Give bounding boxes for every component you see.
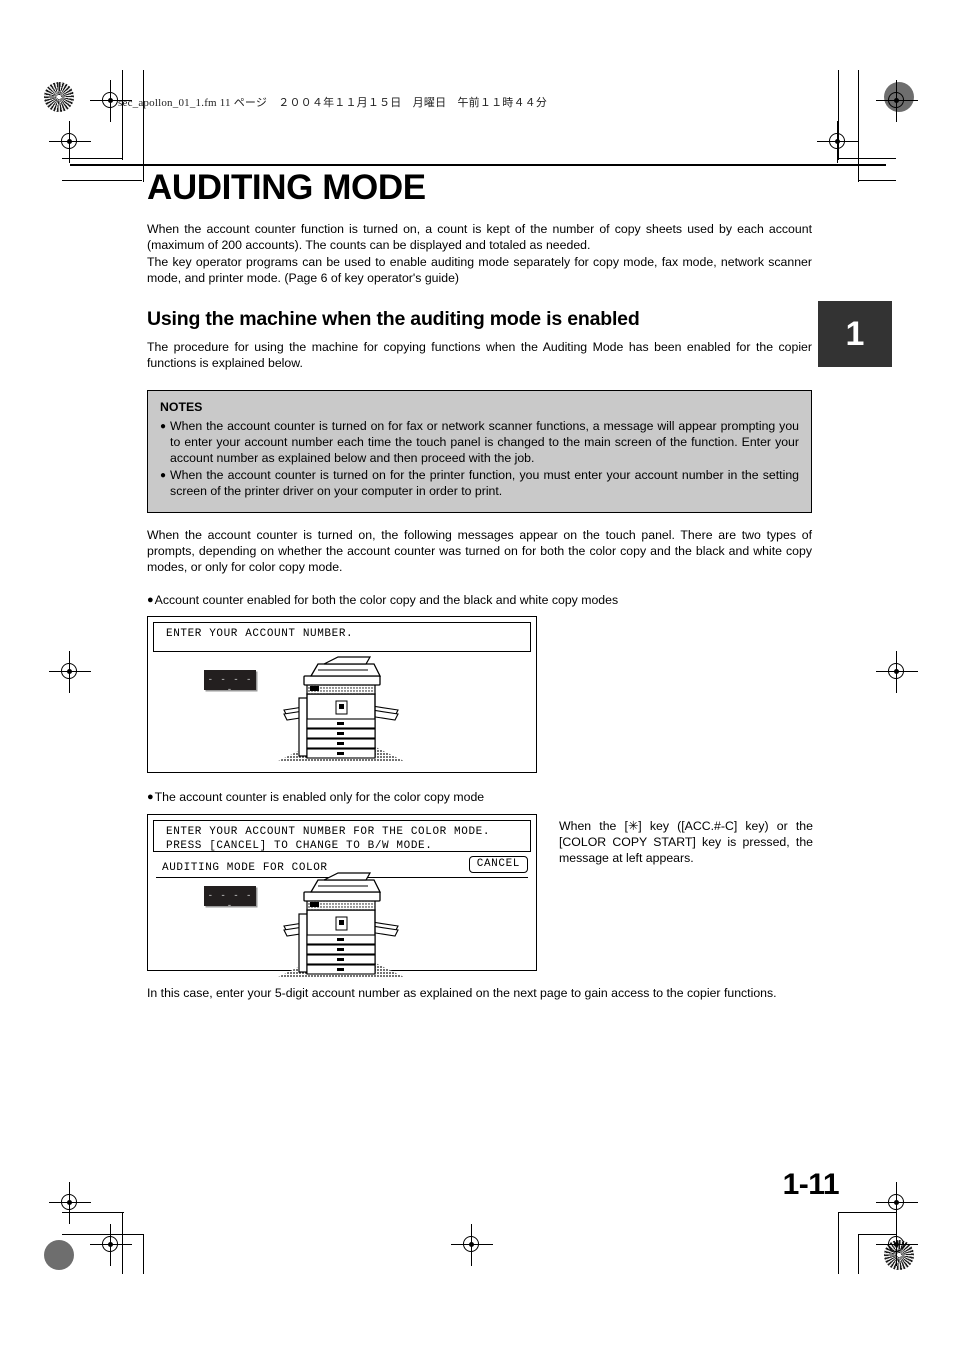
registration-mark: [876, 1182, 918, 1224]
figure-two-wrap: ENTER YOUR ACCOUNT NUMBER FOR THE COLOR …: [147, 813, 813, 978]
account-number-field[interactable]: - - - - -: [204, 885, 256, 911]
note-text: When the account counter is turned on fo…: [170, 468, 799, 499]
panel-message-line: ENTER YOUR ACCOUNT NUMBER.: [166, 628, 354, 641]
closing-paragraph: In this case, enter your 5-digit account…: [147, 985, 777, 1000]
copier-illustration: [276, 872, 406, 978]
bullet-icon: ●: [147, 593, 154, 606]
figure-one-caption: ● Account counter enabled for both the c…: [147, 592, 812, 608]
touch-panel-screen-one[interactable]: ENTER YOUR ACCOUNT NUMBER. - - - - -: [147, 616, 537, 774]
registration-mark: [451, 1224, 493, 1266]
page-title: AUDITING MODE: [147, 168, 426, 207]
account-number-field[interactable]: - - - - -: [204, 670, 256, 695]
intro-paragraph-2: The key operator programs can be used to…: [147, 254, 812, 285]
page-content: AUDITING MODE When the account counter f…: [147, 168, 813, 1001]
section-paragraph: The procedure for using the machine for …: [147, 339, 812, 371]
notes-box: NOTES ● When the account counter is turn…: [147, 389, 812, 513]
panel-message-bar: ENTER YOUR ACCOUNT NUMBER.: [153, 622, 531, 653]
registration-mark: [876, 651, 918, 693]
panel-message-bar: ENTER YOUR ACCOUNT NUMBER FOR THE COLOR …: [153, 819, 531, 852]
page-number: 1-11: [782, 1168, 840, 1201]
account-number-dashes: - - - - -: [207, 890, 253, 911]
crop-line: [62, 158, 122, 160]
registration-mark: [49, 121, 91, 163]
figure-two-caption: ● The account counter is enabled only fo…: [147, 789, 812, 805]
section-title: Using the machine when the auditing mode…: [147, 308, 640, 331]
cancel-button[interactable]: CANCEL: [468, 855, 528, 873]
panel-illustration-area: - - - - -: [148, 872, 536, 978]
touch-panel-screen-two[interactable]: ENTER YOUR ACCOUNT NUMBER FOR THE COLOR …: [147, 813, 537, 978]
chapter-tab: 1: [818, 301, 892, 367]
crop-line: [838, 1212, 840, 1274]
note-item: ● When the account counter is turned on …: [160, 467, 799, 499]
star-target-mark: [44, 82, 74, 112]
registration-mark: [49, 1182, 91, 1224]
crop-line: [122, 70, 124, 160]
account-number-dashes: - - - - -: [207, 675, 253, 696]
registration-mark: [90, 1224, 132, 1266]
figure-one-wrap: ENTER YOUR ACCOUNT NUMBER. - - - - -: [147, 616, 812, 774]
copier-illustration: [276, 656, 406, 763]
header-rule: [70, 164, 886, 166]
panel-message-line: ENTER YOUR ACCOUNT NUMBER FOR THE COLOR …: [166, 825, 491, 838]
print-slug: sec_apollon_01_1.fm 11 ページ ２００４年１１月１５日 月…: [118, 97, 548, 109]
crop-line: [838, 158, 896, 160]
notes-title: NOTES: [160, 399, 203, 414]
crop-line: [62, 180, 142, 182]
registration-mark: [817, 121, 859, 163]
bullet-icon: ●: [160, 470, 167, 482]
crop-line: [858, 1234, 860, 1274]
note-text: When the account counter is turned on fo…: [170, 418, 799, 466]
crop-line: [143, 1234, 145, 1274]
panel-illustration-area: - - - - -: [148, 652, 536, 770]
gray-dot-mark: [44, 1240, 74, 1270]
registration-mark: [876, 1224, 918, 1266]
bullet-icon: ●: [147, 791, 154, 804]
after-notes-paragraph: When the account counter is turned on, t…: [147, 527, 812, 575]
note-item: ● When the account counter is turned on …: [160, 418, 799, 467]
chapter-tab-number: 1: [845, 314, 865, 353]
crop-line: [858, 180, 896, 182]
figure-two-caption-text: The account counter is enabled only for …: [154, 790, 485, 805]
intro-paragraph-1: When the account counter function is tur…: [147, 221, 812, 253]
registration-mark: [49, 651, 91, 693]
registration-mark: [876, 80, 918, 122]
figure-one-caption-text: Account counter enabled for both the col…: [154, 592, 619, 607]
figure-two-side-note: When the [✳] key ([ACC.#-C] key) or the …: [559, 818, 813, 866]
panel-message-line: PRESS [CANCEL] TO CHANGE TO B/W MODE.: [166, 839, 433, 852]
bullet-icon: ●: [160, 420, 167, 432]
